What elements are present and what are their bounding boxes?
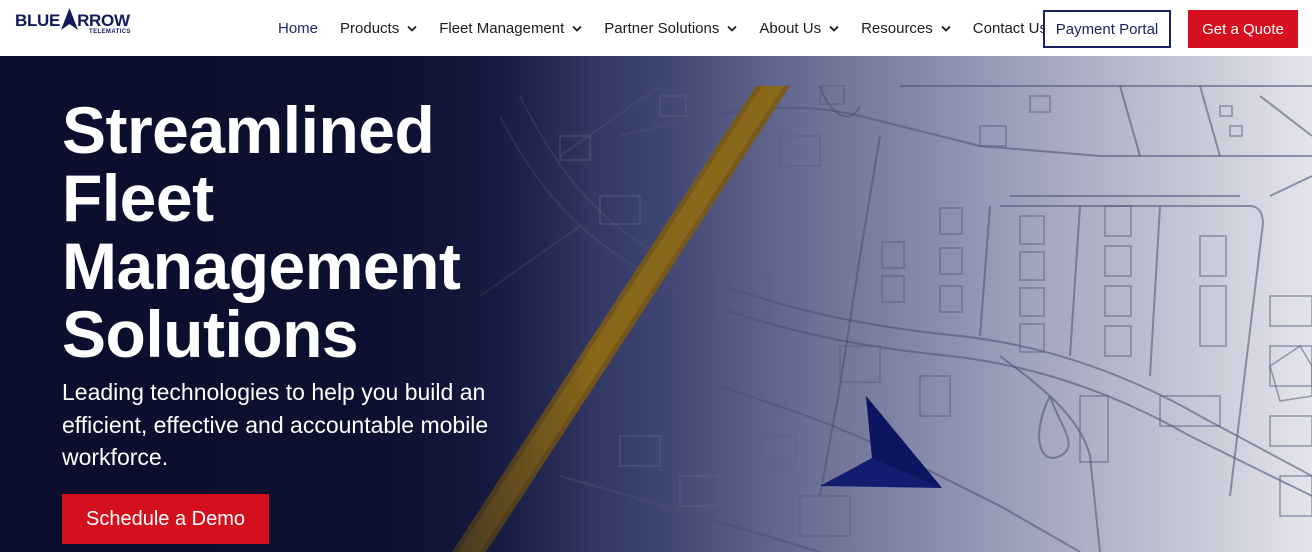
brand-logo[interactable]: BLUE RROW TELEMATICS — [15, 8, 140, 42]
chevron-down-icon — [941, 25, 951, 32]
hero-title-line: Solutions — [62, 297, 359, 371]
nav-item-label: Products — [340, 19, 400, 37]
brand-tagline: TELEMATICS — [89, 29, 131, 35]
schedule-demo-button[interactable]: Schedule a Demo — [62, 494, 269, 544]
hero-title-line: Streamlined — [62, 93, 435, 167]
nav-item-fleet-management[interactable]: Fleet Management — [439, 20, 582, 37]
nav-item-resources[interactable]: Resources — [861, 20, 951, 37]
blue-arrow-logo-icon — [61, 8, 79, 30]
nav-item-label: Fleet Management — [439, 19, 565, 37]
nav-item-partner-solutions[interactable]: Partner Solutions — [604, 19, 738, 37]
hero-section: Streamlined Fleet Management Solutions Lead… — [0, 56, 1312, 552]
nav-item-label: Home — [278, 19, 319, 37]
chevron-down-icon — [829, 25, 839, 32]
chevron-down-icon — [727, 25, 738, 32]
hero-title: Streamlined Fleet Management Solutions — [62, 96, 622, 368]
nav-item-label: About Us — [759, 19, 822, 37]
nav-item-products[interactable]: Products — [340, 20, 417, 37]
nav-item-about-us[interactable]: About Us — [759, 20, 839, 37]
nav-item-contact-us[interactable]: Contact Us — [973, 20, 1047, 37]
nav-item-label: Partner Solutions — [604, 19, 720, 37]
hero-title-line: Management — [62, 229, 461, 303]
site-header: BLUE RROW TELEMATICS Home Products Fleet M… — [0, 0, 1312, 56]
nav-item-label: Resources — [861, 19, 933, 37]
nav-item-home[interactable]: Home — [278, 20, 318, 37]
brand-name-left: BLUE — [15, 11, 61, 30]
chevron-down-icon — [407, 25, 417, 32]
nav-item-label: Contact Us — [972, 19, 1047, 37]
get-a-quote-button[interactable]: Get a Quote — [1188, 10, 1298, 48]
brand-wordmark: BLUE RROW — [15, 8, 130, 31]
chevron-down-icon — [572, 25, 582, 32]
payment-portal-button[interactable]: Payment Portal — [1043, 10, 1171, 48]
hero-subtitle: Leading technologies to help you build a… — [62, 379, 489, 470]
main-nav: Home Products Fleet Management Partner Solu… — [278, 0, 1069, 56]
brand-name-right: RROW — [77, 11, 130, 30]
hero-title-line: Fleet — [62, 161, 214, 235]
